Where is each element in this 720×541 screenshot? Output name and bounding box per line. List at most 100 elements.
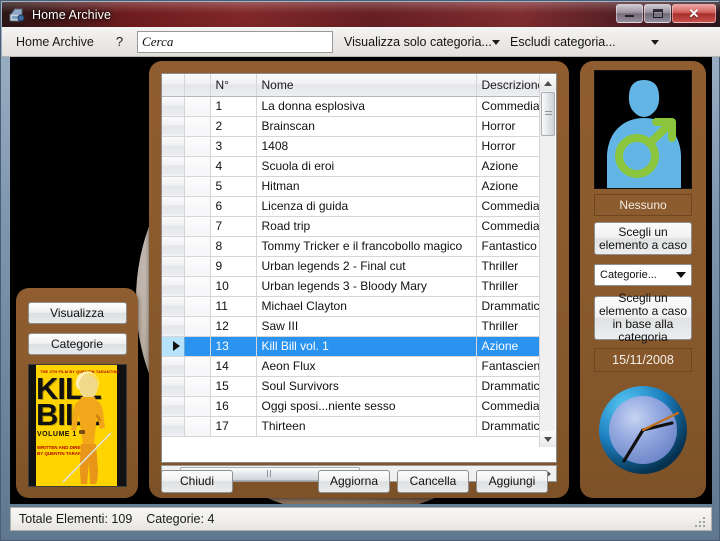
column-header-number[interactable]: N° <box>210 74 257 97</box>
row-selector-cell[interactable] <box>162 96 185 117</box>
cell-name[interactable]: Brainscan <box>256 116 477 137</box>
table-row[interactable]: 1 La donna esplosiva Commedia <box>162 96 541 117</box>
row-selector-cell[interactable] <box>162 136 185 157</box>
cell-description[interactable]: Commedia <box>476 396 541 417</box>
cell-name[interactable]: Hitman <box>256 176 477 197</box>
cell-name[interactable]: Soul Survivors <box>256 376 477 397</box>
vertical-scrollbar-thumb[interactable] <box>541 92 555 136</box>
cell-description[interactable]: Commedia <box>476 216 541 237</box>
cell-number[interactable]: 5 <box>210 176 257 197</box>
table-row[interactable]: 13 Kill Bill vol. 1 Azione <box>162 336 541 357</box>
cell-name[interactable]: Michael Clayton <box>256 296 477 317</box>
cell-number[interactable]: 6 <box>210 196 257 217</box>
cell-name[interactable]: Licenza di guida <box>256 196 477 217</box>
cell-number[interactable]: 13 <box>210 336 257 357</box>
cell-description[interactable]: Thriller <box>476 316 541 337</box>
visualizza-button[interactable]: Visualizza <box>27 302 127 324</box>
row-selector-cell[interactable] <box>162 336 185 357</box>
cell-number[interactable]: 7 <box>210 216 257 237</box>
cell-name[interactable]: Saw III <box>256 316 477 337</box>
grid-vertical-scrollbar[interactable] <box>539 75 556 447</box>
row-selector-cell[interactable] <box>162 356 185 377</box>
cell-name[interactable]: Aeon Flux <box>256 356 477 377</box>
cell-description[interactable]: Drammatico <box>476 296 541 317</box>
table-row[interactable]: 15 Soul Survivors Drammatico <box>162 376 541 397</box>
row-selector-cell[interactable] <box>162 176 185 197</box>
table-row[interactable]: 5 Hitman Azione <box>162 176 541 197</box>
cell-description[interactable]: Thriller <box>476 256 541 277</box>
cell-description[interactable]: Thriller <box>476 276 541 297</box>
table-row[interactable]: 11 Michael Clayton Drammatico <box>162 296 541 317</box>
cell-number[interactable]: 10 <box>210 276 257 297</box>
table-row[interactable]: 4 Scuola di eroi Azione <box>162 156 541 177</box>
categorie-button[interactable]: Categorie <box>27 333 127 355</box>
row-selector-cell[interactable] <box>162 416 185 437</box>
cell-number[interactable]: 8 <box>210 236 257 257</box>
random-item-button[interactable]: Scegli un elemento a caso <box>594 222 692 255</box>
filter-exclude-category-dropdown[interactable]: Escludi categoria... <box>507 30 673 53</box>
cell-number[interactable]: 3 <box>210 136 257 157</box>
cell-number[interactable]: 17 <box>210 416 257 437</box>
row-selector-cell[interactable] <box>162 316 185 337</box>
cell-description[interactable]: Fantascienza <box>476 356 541 377</box>
cell-name[interactable]: Thirteen <box>256 416 477 437</box>
row-selector-cell[interactable] <box>162 276 185 297</box>
close-button[interactable]: ✕ <box>672 4 716 23</box>
cell-name[interactable]: Urban legends 3 - Bloody Mary <box>256 276 477 297</box>
cell-name[interactable]: Tommy Tricker e il francobollo magico <box>256 236 477 257</box>
cancella-button[interactable]: Cancella <box>397 470 469 493</box>
table-row[interactable]: 8 Tommy Tricker e il francobollo magico Fa… <box>162 236 541 257</box>
minimize-button[interactable] <box>616 4 643 23</box>
row-selector-cell[interactable] <box>162 216 185 237</box>
row-selector-cell[interactable] <box>162 376 185 397</box>
scroll-up-button[interactable] <box>540 75 556 91</box>
row-selector-cell[interactable] <box>162 116 185 137</box>
cell-name[interactable]: Kill Bill vol. 1 <box>256 336 477 357</box>
table-row[interactable]: 3 1408 Horror <box>162 136 541 157</box>
aggiungi-button[interactable]: Aggiungi <box>476 470 548 493</box>
cell-description[interactable]: Drammatico <box>476 376 541 397</box>
column-header-description[interactable]: Descrizione <box>476 74 541 97</box>
cell-description[interactable]: Commedia <box>476 96 541 117</box>
row-selector-cell[interactable] <box>162 196 185 217</box>
cell-description[interactable]: Horror <box>476 136 541 157</box>
cell-name[interactable]: Urban legends 2 - Final cut <box>256 256 477 277</box>
column-header-name[interactable]: Nome <box>256 74 477 97</box>
table-row[interactable]: 17 Thirteen Drammatico <box>162 416 541 437</box>
cell-number[interactable]: 12 <box>210 316 257 337</box>
chiudi-button[interactable]: Chiudi <box>161 470 233 493</box>
cell-number[interactable]: 14 <box>210 356 257 377</box>
resize-grip[interactable] <box>695 515 707 527</box>
cell-number[interactable]: 4 <box>210 156 257 177</box>
cell-description[interactable]: Azione <box>476 156 541 177</box>
cell-number[interactable]: 15 <box>210 376 257 397</box>
row-selector-cell[interactable] <box>162 296 185 317</box>
table-row[interactable]: 2 Brainscan Horror <box>162 116 541 137</box>
cell-number[interactable]: 16 <box>210 396 257 417</box>
random-item-by-category-button[interactable]: Scegli un elemento a caso in base alla c… <box>594 292 692 344</box>
cell-name[interactable]: Scuola di eroi <box>256 156 477 177</box>
cell-name[interactable]: Road trip <box>256 216 477 237</box>
cell-name[interactable]: La donna esplosiva <box>256 96 477 117</box>
table-row[interactable]: 10 Urban legends 3 - Bloody Mary Thriller <box>162 276 541 297</box>
table-row[interactable]: 7 Road trip Commedia <box>162 216 541 237</box>
aggiorna-button[interactable]: Aggiorna <box>318 470 390 493</box>
cell-number[interactable]: 2 <box>210 116 257 137</box>
filter-include-category-dropdown[interactable]: Visualizza solo categoria... <box>341 30 500 53</box>
row-selector-cell[interactable] <box>162 396 185 417</box>
table-row[interactable]: 6 Licenza di guida Commedia <box>162 196 541 217</box>
cell-description[interactable]: Commedia <box>476 196 541 217</box>
table-row[interactable]: 14Aeon FluxFantascienza <box>162 356 541 377</box>
maximize-button[interactable] <box>644 4 671 23</box>
table-row[interactable]: 12 Saw III Thriller <box>162 316 541 337</box>
cell-description[interactable]: Drammatico <box>476 416 541 437</box>
menu-home-archive[interactable]: Home Archive <box>16 35 94 49</box>
help-button[interactable]: ? <box>116 34 123 49</box>
row-selector-cell[interactable] <box>162 256 185 277</box>
scroll-down-button[interactable] <box>540 431 556 447</box>
cell-name[interactable]: 1408 <box>256 136 477 157</box>
cell-number[interactable]: 9 <box>210 256 257 277</box>
cell-description[interactable]: Azione <box>476 336 541 357</box>
row-selector-cell[interactable] <box>162 156 185 177</box>
cell-description[interactable]: Fantastico <box>476 236 541 257</box>
